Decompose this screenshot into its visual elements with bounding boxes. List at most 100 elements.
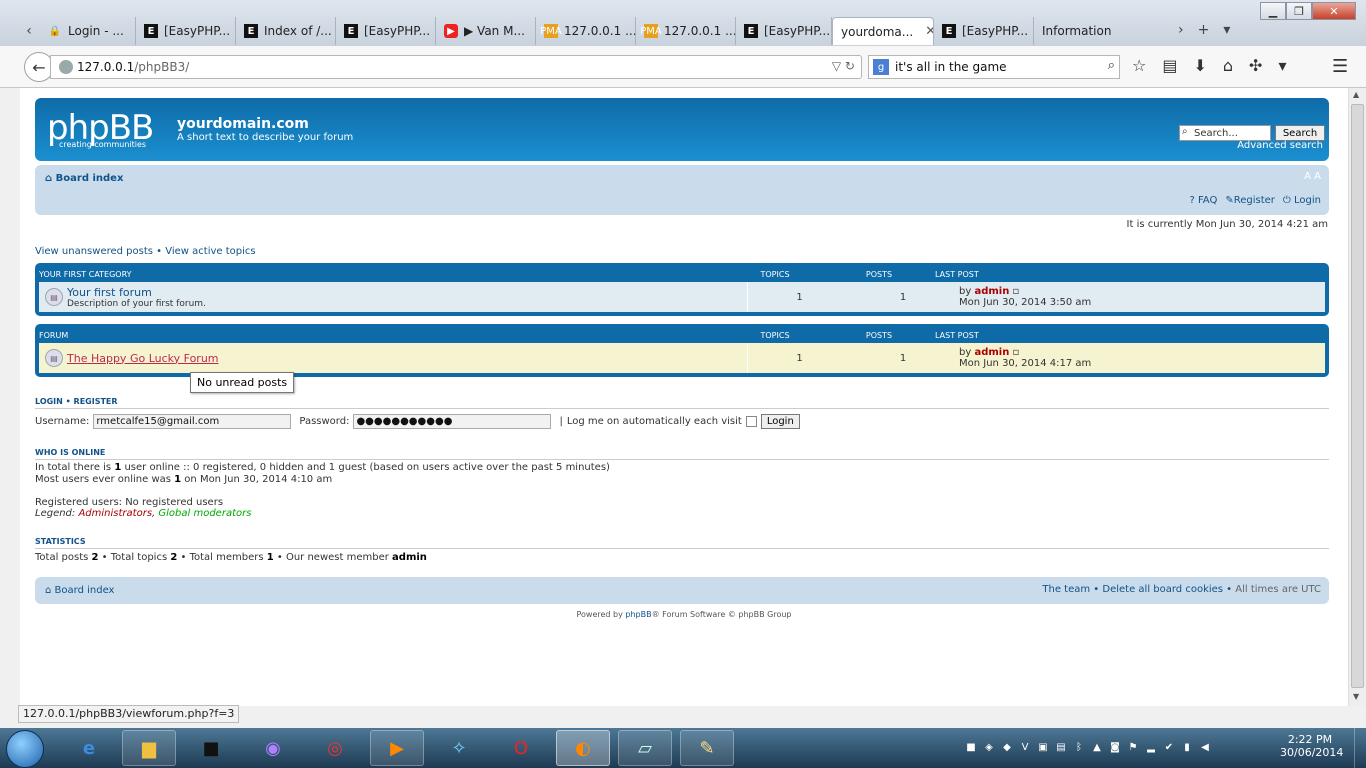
register-heading-link[interactable]: REGISTER bbox=[74, 397, 118, 406]
network-signal-icon[interactable]: ▂ bbox=[1144, 740, 1158, 754]
faq-link[interactable]: ? FAQ bbox=[1189, 195, 1217, 206]
notepad-icon[interactable]: ▱ bbox=[618, 730, 672, 766]
tab-easyphp-3[interactable]: E [EasyPHP... bbox=[736, 17, 832, 45]
search-icon[interactable]: ⌕ bbox=[1108, 58, 1115, 73]
view-latest-post-icon[interactable]: ▫ bbox=[1013, 286, 1020, 297]
home-icon[interactable]: ⌂ bbox=[1223, 56, 1233, 75]
eclipse-icon[interactable]: ◉ bbox=[246, 730, 300, 766]
bluetooth-icon[interactable]: ᛒ bbox=[1072, 740, 1086, 754]
tray-app4-icon[interactable]: ▣ bbox=[1036, 740, 1050, 754]
addon-icon[interactable]: ✣ bbox=[1249, 56, 1262, 75]
tray-easyphp-icon[interactable]: ■ bbox=[964, 740, 978, 754]
volume-icon[interactable]: ◀ bbox=[1198, 740, 1212, 754]
title-bar: ‹ 🔒 Login - ... E [EasyPHP... E Index of /.… bbox=[0, 0, 1366, 46]
last-post-user[interactable]: admin bbox=[974, 286, 1009, 297]
forum-search-input[interactable]: ⌕ Search... bbox=[1179, 125, 1271, 141]
register-link[interactable]: ✎Register bbox=[1225, 195, 1275, 206]
who-online-heading[interactable]: WHO IS ONLINE bbox=[35, 448, 105, 457]
tray-app3-icon[interactable]: V bbox=[1018, 740, 1032, 754]
reload-icon[interactable]: ▽ ↻ bbox=[832, 59, 855, 73]
site-identity-icon[interactable] bbox=[59, 60, 73, 74]
new-tab-icon[interactable]: + bbox=[1198, 22, 1210, 38]
legend-admins-link[interactable]: Administrators bbox=[78, 508, 152, 519]
minimize-icon[interactable]: ▁ bbox=[1260, 2, 1286, 20]
password-field[interactable]: ●●●●●●●●●●● bbox=[353, 414, 552, 429]
file-explorer-icon[interactable]: ▆ bbox=[122, 730, 176, 766]
category-name[interactable]: YOUR FIRST CATEGORY bbox=[39, 270, 723, 279]
newest-member-link[interactable]: admin bbox=[392, 552, 427, 563]
board-index-link[interactable]: ⌂ Board index bbox=[45, 173, 123, 184]
clock[interactable]: 2:22 PM 30/06/2014 bbox=[1280, 733, 1343, 759]
show-desktop-button[interactable] bbox=[1354, 728, 1366, 768]
google-icon[interactable]: g bbox=[873, 59, 889, 75]
tray-app5-icon[interactable]: ▤ bbox=[1054, 740, 1068, 754]
footer-board-index-link[interactable]: ⌂ Board index bbox=[45, 585, 114, 596]
scroll-down-icon[interactable]: ▼ bbox=[1353, 692, 1359, 701]
tab-youtube[interactable]: ▶ ▶ Van M... bbox=[436, 17, 536, 45]
close-tab-icon[interactable]: ✕ bbox=[925, 24, 933, 39]
media-player-icon[interactable]: ▶ bbox=[370, 730, 424, 766]
scroll-up-icon[interactable]: ▲ bbox=[1353, 90, 1359, 99]
tab-index-of[interactable]: E Index of /... bbox=[236, 17, 336, 45]
internet-explorer-icon[interactable]: e bbox=[62, 730, 116, 766]
list-tabs-icon[interactable]: ▾ bbox=[1223, 22, 1230, 38]
delete-cookies-link[interactable]: Delete all board cookies bbox=[1102, 584, 1223, 595]
paint-icon[interactable]: ✎ bbox=[680, 730, 734, 766]
post-count: 1 bbox=[899, 352, 907, 364]
team-link[interactable]: The team bbox=[1042, 584, 1090, 595]
category-name[interactable]: FORUM bbox=[39, 331, 723, 340]
view-latest-post-icon[interactable]: ▫ bbox=[1013, 347, 1020, 358]
username-field[interactable]: rmetcalfe15@gmail.com bbox=[93, 414, 292, 429]
font-size-control[interactable]: A A bbox=[1304, 171, 1321, 182]
opera-icon[interactable]: O bbox=[494, 730, 548, 766]
action-center-icon[interactable]: ⚑ bbox=[1126, 740, 1140, 754]
safari-icon[interactable]: ✧ bbox=[432, 730, 486, 766]
close-window-icon[interactable]: ✕ bbox=[1312, 2, 1356, 20]
forum-header: phpBB creating communities yourdomain.co… bbox=[35, 98, 1329, 161]
tab-scroll-left-icon[interactable]: ‹ bbox=[18, 17, 40, 45]
tab-easyphp-1[interactable]: E [EasyPHP... bbox=[136, 17, 236, 45]
maximize-icon[interactable]: ❐ bbox=[1286, 2, 1312, 20]
tab-login[interactable]: 🔒 Login - ... bbox=[40, 17, 136, 45]
forum-search-button[interactable]: Search bbox=[1275, 125, 1325, 141]
forum-name-link[interactable]: Your first forum bbox=[67, 286, 747, 299]
tab-easyphp-4[interactable]: E [EasyPHP... bbox=[934, 17, 1034, 45]
view-active-link[interactable]: View active topics bbox=[165, 246, 255, 257]
bookmarks-list-icon[interactable]: ▤ bbox=[1162, 56, 1177, 75]
battery-icon[interactable]: ▮ bbox=[1180, 740, 1194, 754]
hamburger-menu-icon[interactable]: ☰ bbox=[1332, 56, 1348, 77]
tab-scroll-right-icon[interactable]: › bbox=[1178, 22, 1184, 38]
pdf-icon[interactable]: ▲ bbox=[1090, 740, 1104, 754]
tray-app7-icon[interactable]: ✔ bbox=[1162, 740, 1176, 754]
login-heading-link[interactable]: LOGIN bbox=[35, 397, 63, 406]
chrome-icon[interactable]: ◎ bbox=[308, 730, 362, 766]
last-post-user[interactable]: admin bbox=[974, 347, 1009, 358]
advanced-search-link[interactable]: Advanced search bbox=[1237, 140, 1323, 151]
login-link[interactable]: ⏻ Login bbox=[1283, 195, 1321, 206]
scrollbar-thumb[interactable] bbox=[1351, 104, 1364, 688]
tab-yourdomain[interactable]: yourdoma...✕ bbox=[832, 17, 934, 45]
tray-app-icon[interactable]: ◈ bbox=[982, 740, 996, 754]
phpbb-link[interactable]: phpBB bbox=[625, 610, 651, 619]
bookmark-star-icon[interactable]: ☆ bbox=[1132, 56, 1146, 75]
view-unanswered-link[interactable]: View unanswered posts bbox=[35, 246, 153, 257]
windows-start-icon[interactable] bbox=[6, 730, 44, 768]
auto-login-checkbox[interactable] bbox=[745, 416, 757, 427]
search-bar[interactable]: g it's all in the game ⌕ bbox=[868, 55, 1120, 79]
tray-app6-icon[interactable]: ◙ bbox=[1108, 740, 1122, 754]
tab-pma-1[interactable]: PMA 127.0.0.1 ... bbox=[536, 17, 636, 45]
username-label: Username: bbox=[35, 416, 90, 427]
login-button[interactable]: Login bbox=[760, 414, 800, 429]
vertical-scrollbar[interactable]: ▲ ▼ bbox=[1348, 88, 1366, 706]
firefox-icon[interactable]: ◐ bbox=[556, 730, 610, 766]
tab-easyphp-2[interactable]: E [EasyPHP... bbox=[336, 17, 436, 45]
tray-app2-icon[interactable]: ◆ bbox=[1000, 740, 1014, 754]
tab-pma-2[interactable]: PMA 127.0.0.1 ... bbox=[636, 17, 736, 45]
tab-information[interactable]: Information bbox=[1034, 17, 1148, 45]
download-icon[interactable]: ⬇ bbox=[1193, 56, 1206, 75]
easyphp-taskbar-icon[interactable]: ■ bbox=[184, 730, 238, 766]
dropdown-icon[interactable]: ▾ bbox=[1278, 56, 1286, 75]
forum-name-link[interactable]: The Happy Go Lucky Forum bbox=[67, 352, 747, 365]
url-bar[interactable]: 127.0.0.1/phpBB3/ ▽ ↻ bbox=[50, 55, 862, 79]
legend-mods-link[interactable]: Global moderators bbox=[158, 508, 251, 519]
